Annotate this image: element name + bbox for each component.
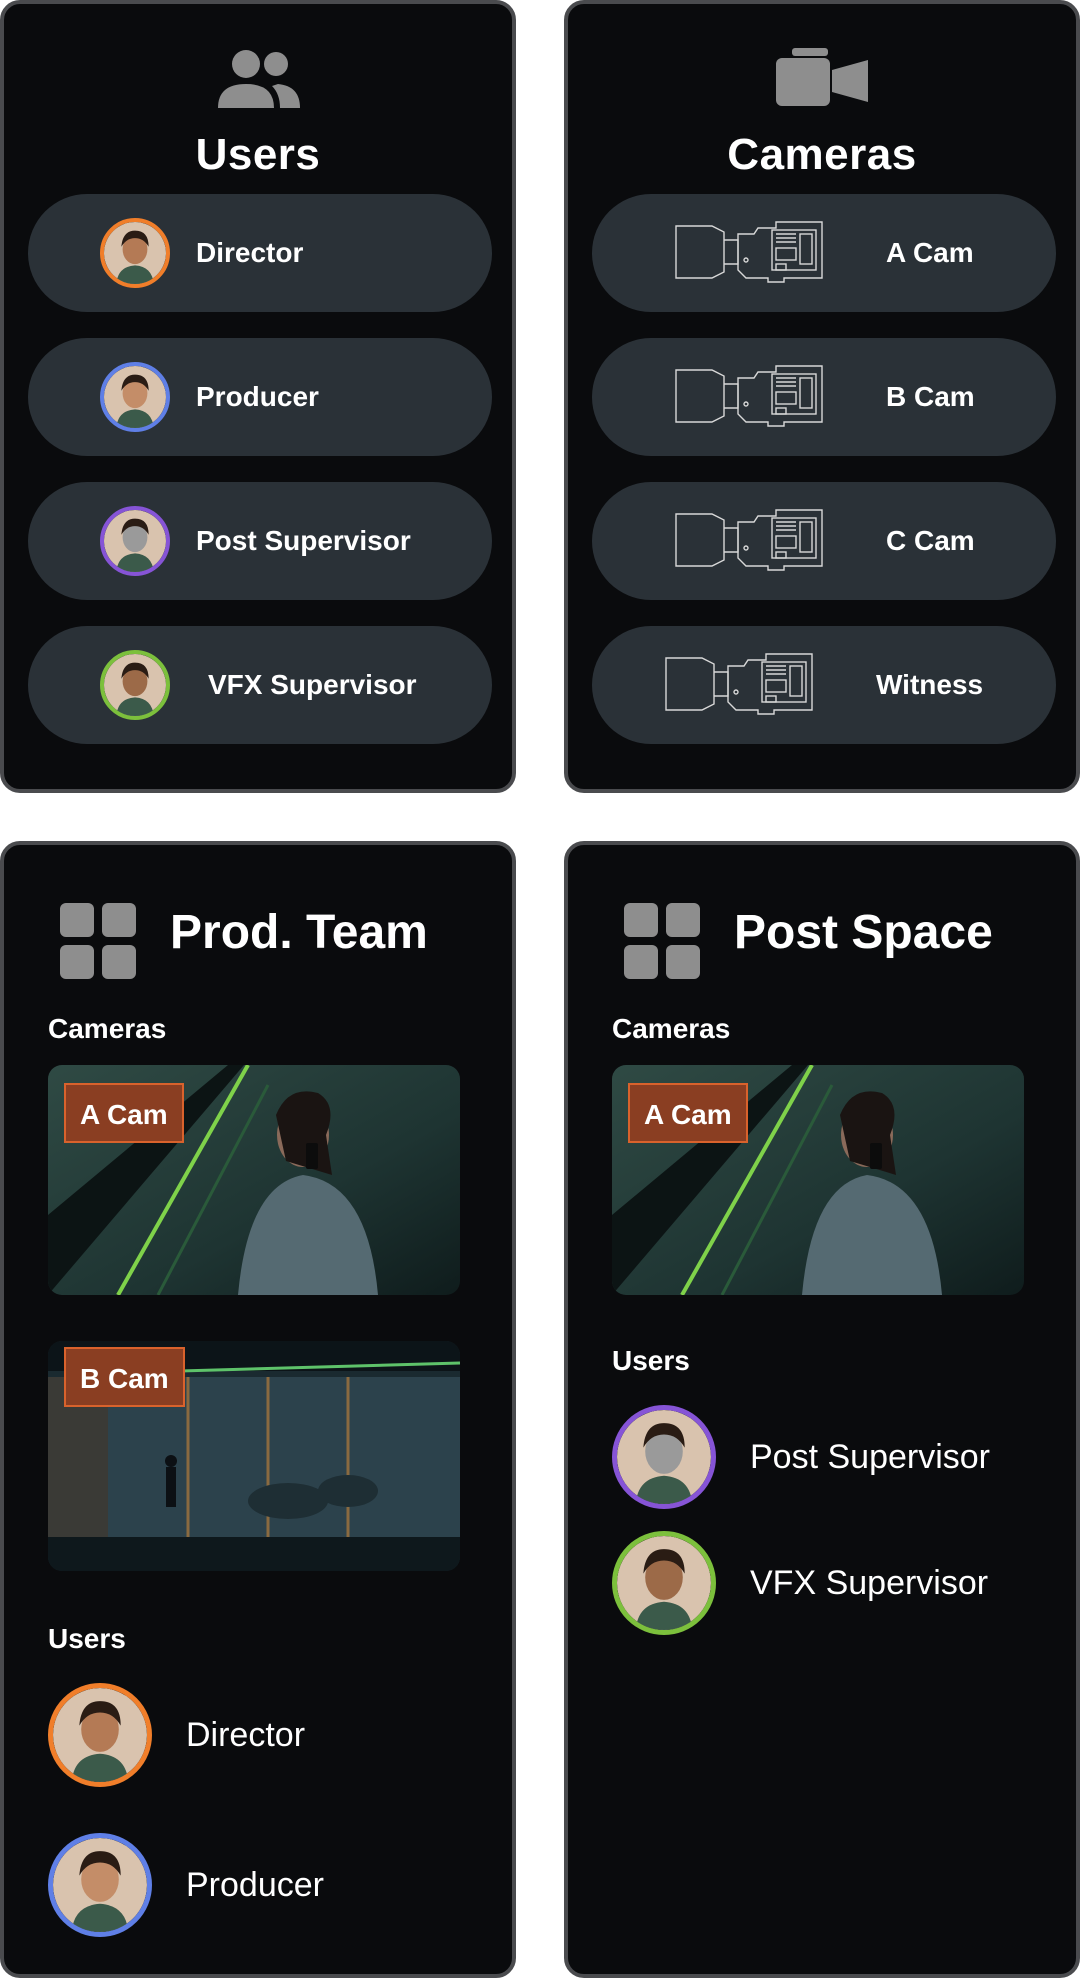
- camera-outline-icon: [672, 508, 832, 572]
- camera-label: B Cam: [886, 381, 975, 412]
- user-label: VFX Supervisor: [208, 669, 417, 700]
- feed-tag: A Cam: [628, 1083, 748, 1143]
- panel-title: Users: [195, 130, 321, 179]
- grid-icon: [60, 903, 136, 979]
- avatar: [100, 218, 170, 288]
- avatar: [100, 362, 170, 432]
- camera-label: C Cam: [886, 525, 975, 556]
- grid-icon: [624, 903, 700, 979]
- avatar: [100, 650, 170, 720]
- panel-title: Cameras: [727, 130, 917, 179]
- users-icon: [212, 46, 304, 115]
- user-name: Post Supervisor: [750, 1438, 990, 1476]
- avatar: [100, 506, 170, 576]
- camera-label: Witness: [876, 669, 984, 700]
- camera-feed-b-cam[interactable]: B Cam: [48, 1341, 460, 1571]
- camera-label: A Cam: [886, 237, 974, 268]
- users-section-label: Users: [48, 1623, 126, 1654]
- avatar: [612, 1405, 716, 1509]
- camera-feed-a-cam[interactable]: A Cam: [48, 1065, 460, 1295]
- camera-outline-icon: [672, 220, 832, 284]
- user-name: VFX Supervisor: [750, 1564, 989, 1602]
- cameras-panel: Cameras A Cam B Cam C Cam Witness: [564, 0, 1080, 793]
- feed-tag: B Cam: [64, 1347, 185, 1407]
- user-label: Producer: [196, 381, 319, 412]
- feed-tag: A Cam: [64, 1083, 184, 1143]
- camera-outline-icon: [662, 652, 822, 716]
- camera-feed-a-cam[interactable]: A Cam: [612, 1065, 1024, 1295]
- avatar: [48, 1683, 152, 1787]
- camera-item-a-cam[interactable]: A Cam: [592, 194, 1056, 312]
- user-item-post-supervisor[interactable]: Post Supervisor: [28, 482, 492, 600]
- camera-item-witness[interactable]: Witness: [592, 626, 1056, 744]
- video-camera-icon: [774, 46, 870, 113]
- prod-team-panel: Prod. Team Cameras A Cam B Cam Users Dir…: [0, 841, 516, 1978]
- user-label: Director: [196, 237, 304, 268]
- cameras-section-label: Cameras: [612, 1013, 731, 1044]
- avatar: [48, 1833, 152, 1937]
- camera-item-c-cam[interactable]: C Cam: [592, 482, 1056, 600]
- user-item-producer[interactable]: Producer: [28, 338, 492, 456]
- space-title: Prod. Team: [170, 906, 428, 959]
- user-item-vfx-supervisor[interactable]: VFX Supervisor: [28, 626, 492, 744]
- cameras-section-label: Cameras: [48, 1013, 167, 1044]
- camera-item-b-cam[interactable]: B Cam: [592, 338, 1056, 456]
- post-space-panel: Post Space Cameras A Cam Users Post Supe…: [564, 841, 1080, 1978]
- camera-outline-icon: [672, 364, 832, 428]
- avatar: [612, 1531, 716, 1635]
- user-label: Post Supervisor: [196, 525, 411, 556]
- user-item-director[interactable]: Director: [28, 194, 492, 312]
- user-name: Producer: [186, 1866, 324, 1904]
- users-section-label: Users: [612, 1345, 690, 1376]
- user-name: Director: [186, 1716, 306, 1754]
- users-panel: Users Director Producer Post Supervisor …: [0, 0, 516, 793]
- space-title: Post Space: [734, 906, 993, 959]
